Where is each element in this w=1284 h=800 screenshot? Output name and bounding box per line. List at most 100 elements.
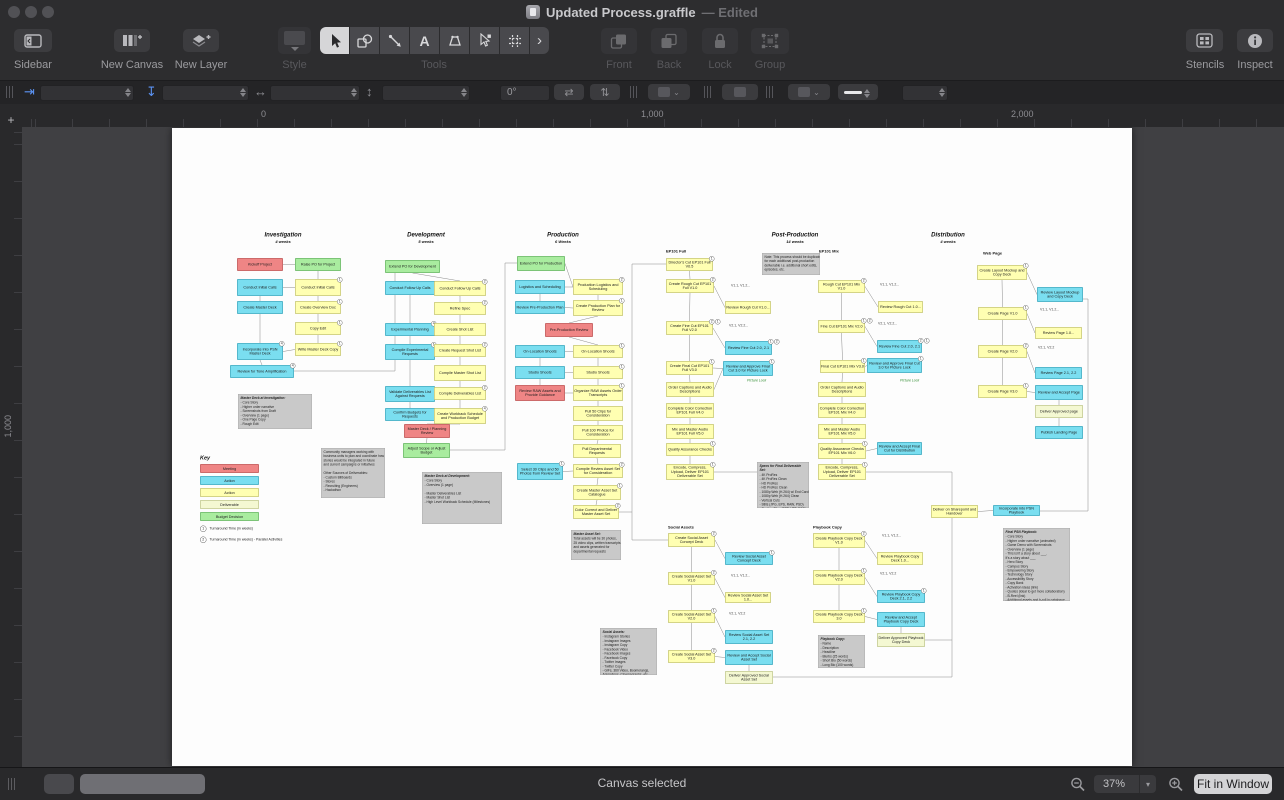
flow-node-m6[interactable]: Review and Approve Final Cut 3.0 for Pic…: [867, 358, 922, 373]
flow-node-d4l[interactable]: Compile Experimental Requests1: [385, 344, 435, 360]
flow-node-f3[interactable]: Create Fine Cut EP101 Full V2.021: [666, 321, 713, 335]
flow-node-b4[interactable]: Review Playbook Copy Deck 2.1, 2.21: [877, 590, 925, 603]
title-bar[interactable]: Updated Process.graffle — Edited: [0, 0, 1284, 24]
flow-node-m12[interactable]: Encode, Compress, Upload, Deliver EP101 …: [818, 464, 866, 480]
flow-node-w10[interactable]: Publish Landing Page: [1035, 426, 1083, 439]
new-layer-button[interactable]: [183, 29, 219, 52]
more-tools-button[interactable]: ›: [530, 27, 549, 54]
note-box[interactable]: Master Deck at Development:- Core Story-…: [422, 472, 502, 524]
flow-node-s8[interactable]: Review and Accept Social Asset Set: [725, 650, 773, 665]
flow-node-p1l[interactable]: Logistics and Scheduling: [515, 280, 565, 294]
height-field[interactable]: [382, 85, 470, 101]
fill-style-well[interactable]: ⌄: [648, 84, 690, 100]
canvas-page[interactable]: Investigation4 weeksDevelopment5 weeksPr…: [172, 128, 1132, 766]
flow-node-m7[interactable]: Order Captions and Audio Descriptions: [818, 382, 866, 397]
flow-node-f0[interactable]: Director's Cut EP101 Full V0.51: [666, 258, 713, 271]
note-box[interactable]: Community managers working withbusiness …: [321, 448, 385, 498]
flow-node-f8[interactable]: Complete Color Correction EP101 Full V4.…: [666, 403, 714, 418]
flow-node-w9[interactable]: Deliver Approved page: [1035, 405, 1083, 418]
note-box[interactable]: Specs for Final Deliverable Set:- 4K Pro…: [757, 462, 809, 508]
flow-node-m2[interactable]: Review Rough Cut 1.0...: [878, 301, 923, 313]
stepper-icon[interactable]: [460, 87, 467, 98]
flow-node-m4[interactable]: Review Fine Cut 2.0, 2.121: [877, 340, 922, 353]
sidebar-button[interactable]: [14, 29, 52, 52]
y-position-field[interactable]: [162, 85, 249, 101]
flow-node-p1r[interactable]: Production Logistics and Scheduling2: [573, 279, 623, 295]
note-box[interactable]: Final PSN Playbook:- Core Story- Higher …: [1003, 528, 1070, 601]
flow-node-m11[interactable]: Review and Accept Final Cut for Distribu…: [877, 442, 922, 455]
vertical-ruler[interactable]: 1,000: [0, 127, 23, 768]
note-box[interactable]: Playbook Copy:- Name- Description- Headl…: [818, 635, 865, 668]
stepper-icon[interactable]: [863, 88, 870, 99]
flow-node-inv3[interactable]: Conduct Initial Calls: [237, 279, 283, 296]
flow-node-d3r[interactable]: Create Shot List: [434, 323, 486, 336]
flow-node-b6[interactable]: Review and Accept Playbook Copy Deck: [877, 612, 925, 627]
flow-node-b3[interactable]: Create Playbook Copy Deck V2.01: [813, 570, 865, 585]
flip-vertical-button[interactable]: ⇅: [590, 84, 620, 100]
flow-node-inv8[interactable]: Incorporate into PSN Master Deck4: [237, 343, 283, 360]
point-editor-tool-button[interactable]: [470, 27, 500, 54]
fit-in-window-button[interactable]: Fit in Window: [1194, 774, 1272, 794]
flow-node-m9[interactable]: Mix and Master Audio EP101 Mix V5.0: [818, 424, 866, 439]
horizontal-ruler[interactable]: 01,0002,000: [22, 104, 1284, 128]
artboard-tool-button[interactable]: [440, 27, 470, 54]
flow-node-w4[interactable]: Review Page 1.0...: [1035, 327, 1082, 339]
back-button[interactable]: [651, 28, 687, 54]
flow-node-f4[interactable]: Review Fine Cut 2.0, 2.112: [725, 341, 772, 355]
width-field[interactable]: [270, 85, 360, 101]
lock-button[interactable]: [702, 28, 738, 54]
flow-node-p4l[interactable]: On-Location Shoots: [515, 345, 565, 358]
flow-node-inv10[interactable]: Review for Tone Amplification4: [230, 365, 294, 378]
stepper-icon[interactable]: [350, 87, 357, 98]
stepper-icon[interactable]: [239, 87, 246, 98]
line-tool-button[interactable]: [380, 27, 410, 54]
flow-node-s7[interactable]: Create Social Asset Set V3.02: [668, 650, 715, 663]
flow-node-f5[interactable]: Create Final Cut EP101 Full V3.01: [666, 361, 713, 375]
flow-node-s1[interactable]: Create Social Asset Concept Deck2: [668, 533, 715, 547]
font-size-field[interactable]: [902, 85, 948, 101]
flow-node-inv1[interactable]: Kickoff Project: [237, 258, 283, 271]
ruler-origin-corner[interactable]: +: [0, 104, 22, 127]
front-button[interactable]: [601, 28, 637, 54]
flow-node-w8[interactable]: Review and Accept Page: [1035, 385, 1083, 400]
style-button[interactable]: [278, 27, 311, 54]
flow-node-s9[interactable]: Deliver Approved Social Asset Set: [725, 671, 773, 684]
flow-node-f7[interactable]: Order Captions and Audio Descriptions: [666, 382, 714, 397]
flow-node-s3[interactable]: Create Social Asset Set V1.02: [668, 572, 715, 585]
flow-node-d0[interactable]: Extend PO for Development: [385, 260, 440, 273]
flow-node-d9[interactable]: Adjust Scope or Adjust Budget: [403, 443, 450, 458]
stepper-icon[interactable]: [938, 87, 945, 98]
flow-node-m5[interactable]: Final Cut EP101 Mix V3.01: [820, 360, 865, 373]
flow-node-p3[interactable]: Pre-Production Review: [545, 323, 593, 337]
text-tool-button[interactable]: A: [410, 27, 440, 54]
flow-node-b7[interactable]: Deliver Approved Playbook Copy Deck: [877, 633, 925, 647]
flow-node-b5[interactable]: Create Playbook Copy Deck 3.01: [813, 610, 865, 623]
flow-node-inv4[interactable]: Conduct Initial Calls1: [295, 279, 341, 296]
flow-node-p6r[interactable]: Organize RAW Assets Order Transcripts1: [573, 385, 623, 401]
stencils-button[interactable]: [1186, 29, 1223, 52]
format-bar-handle[interactable]: [6, 86, 14, 98]
flow-node-d7r[interactable]: Create Workback Schedule and Production …: [434, 408, 486, 424]
flow-node-inv2[interactable]: Raise PO for Project: [295, 258, 341, 271]
flip-horizontal-button[interactable]: ⇄: [554, 84, 584, 100]
flow-node-p2l[interactable]: Review Pre-Production Plan: [515, 301, 565, 314]
note-box[interactable]: Social Assets:- Instagram Stories- Insta…: [600, 628, 657, 675]
flow-node-f6[interactable]: Review and Approve Final Cut 3.0 for Pic…: [723, 361, 773, 376]
flow-node-w2[interactable]: Review Layout Mockup and Copy Deck: [1037, 287, 1083, 302]
flow-node-s4[interactable]: Review Social Asset Set 1.0...: [725, 592, 771, 603]
flow-node-b1[interactable]: Create Playbook Copy Deck V1.02: [813, 533, 865, 548]
flow-node-s6[interactable]: Review Social Asset Set 2.1, 2.2: [725, 630, 773, 644]
flow-node-w6[interactable]: Review Page 2.1, 2.2: [1035, 367, 1082, 379]
flow-node-p10r[interactable]: Compile Review Asset Set for Considerati…: [573, 464, 623, 478]
flow-node-inv5[interactable]: Create Master Deck: [237, 301, 283, 314]
flow-node-d3l[interactable]: Experimental Planning4: [385, 323, 435, 336]
note-box[interactable]: Note: This process should be duplicatedf…: [762, 253, 820, 275]
flow-node-d5r[interactable]: Compile Master Shot List: [434, 365, 486, 381]
flow-node-d4r[interactable]: Create Request Shot List2: [434, 344, 486, 357]
flow-node-g2[interactable]: Incorporate into PSN Playbook: [993, 505, 1040, 516]
flow-node-w5[interactable]: Create Page V2.02: [978, 345, 1027, 358]
flow-node-w3[interactable]: Create Page V1.01: [978, 307, 1027, 320]
flow-node-m1[interactable]: Rough Cut EP101 Mix V1.02: [818, 280, 865, 293]
flow-node-p7[interactable]: Pull 50 Clips for Consideration: [573, 406, 623, 421]
shape-tool-button[interactable]: [350, 27, 380, 54]
